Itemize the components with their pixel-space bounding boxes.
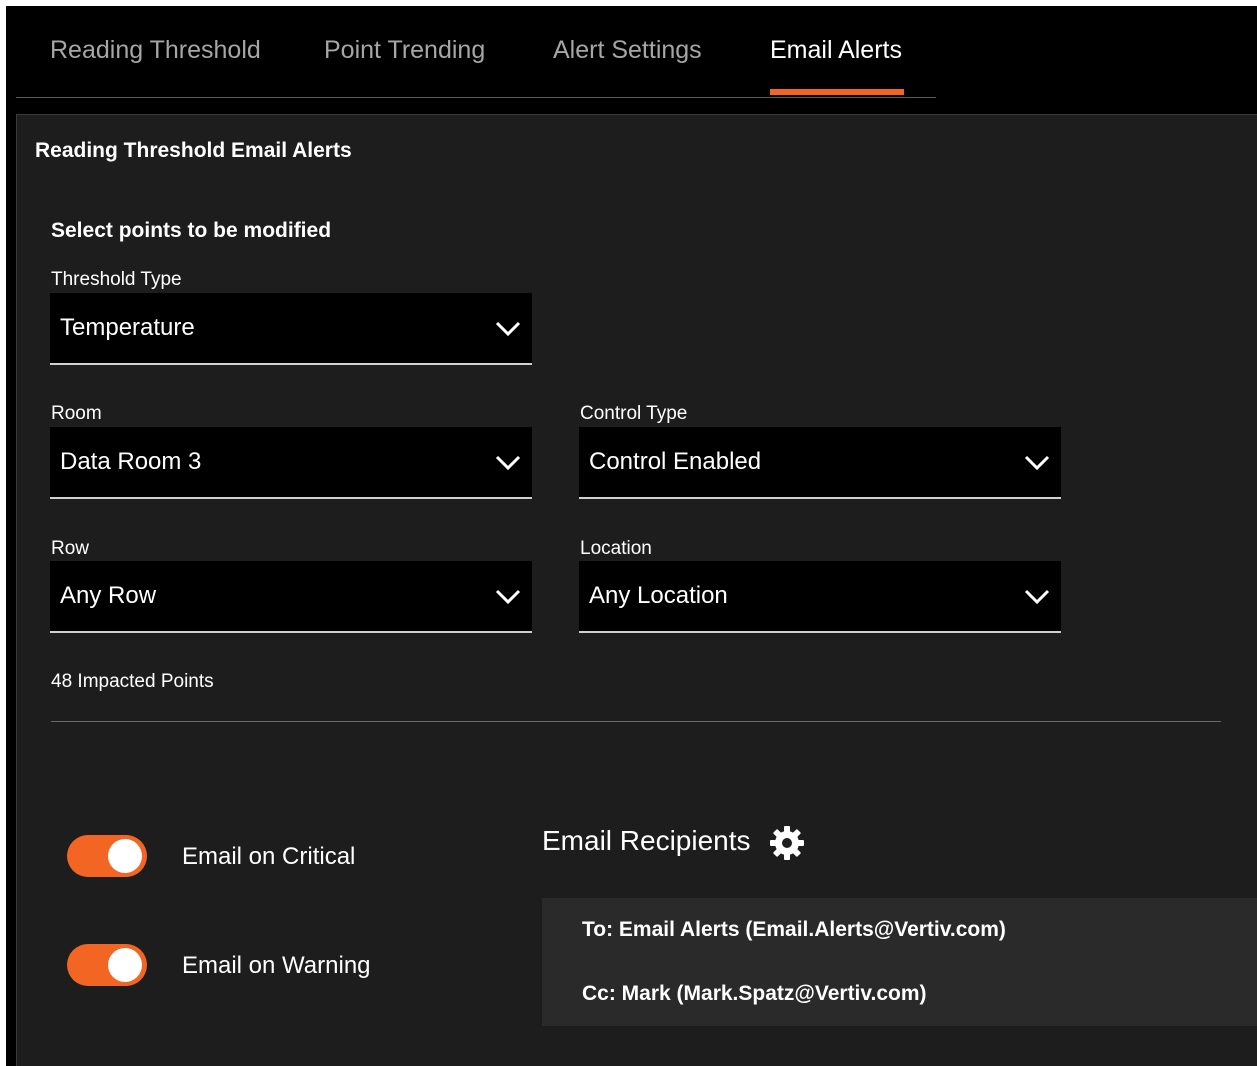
impacted-points-count: 48 Impacted Points	[51, 671, 214, 692]
email-on-warning-label: Email on Warning	[182, 952, 371, 979]
gear-icon[interactable]	[769, 825, 805, 861]
email-on-critical-label: Email on Critical	[182, 843, 356, 870]
room-value: Data Room 3	[60, 448, 202, 475]
recipient-cc: Cc: Mark (Mark.Spatz@Vertiv.com)	[582, 982, 927, 1005]
tab-point-trending[interactable]: Point Trending	[324, 36, 485, 65]
location-value: Any Location	[589, 582, 728, 609]
threshold-type-dropdown[interactable]: Temperature	[50, 293, 532, 365]
row-dropdown[interactable]: Any Row	[50, 561, 532, 633]
chevron-down-icon	[1024, 455, 1050, 471]
email-on-critical-toggle[interactable]	[67, 835, 147, 877]
room-label: Room	[51, 403, 102, 424]
chevron-down-icon	[495, 589, 521, 605]
toggle-knob	[108, 948, 142, 982]
location-dropdown[interactable]: Any Location	[579, 561, 1061, 633]
tab-alert-settings[interactable]: Alert Settings	[553, 36, 702, 65]
tab-reading-threshold[interactable]: Reading Threshold	[50, 36, 261, 65]
toggle-knob	[108, 839, 142, 873]
row-label: Row	[51, 538, 90, 559]
threshold-type-value: Temperature	[60, 314, 195, 341]
chevron-down-icon	[1024, 589, 1050, 605]
control-type-value: Control Enabled	[589, 448, 762, 475]
chevron-down-icon	[495, 455, 521, 471]
recipient-to: To: Email Alerts (Email.Alerts@Vertiv.co…	[582, 918, 1006, 941]
email-on-warning-toggle[interactable]	[67, 944, 147, 986]
active-tab-indicator	[770, 89, 904, 95]
email-recipients-title: Email Recipients	[542, 825, 751, 856]
email-recipients-list: To: Email Alerts (Email.Alerts@Vertiv.co…	[542, 898, 1257, 1026]
control-type-label: Control Type	[580, 403, 688, 424]
row-value: Any Row	[60, 582, 157, 609]
chevron-down-icon	[495, 321, 521, 337]
room-dropdown[interactable]: Data Room 3	[50, 427, 532, 499]
control-type-dropdown[interactable]: Control Enabled	[579, 427, 1061, 499]
app-window: Reading Threshold Point Trending Alert S…	[6, 6, 1257, 1066]
location-label: Location	[580, 538, 652, 559]
panel-title: Reading Threshold Email Alerts	[35, 139, 352, 162]
email-alerts-panel: Reading Threshold Email Alerts Select po…	[16, 114, 1257, 1066]
section-title: Select points to be modified	[51, 219, 332, 242]
divider	[51, 721, 1221, 722]
threshold-type-label: Threshold Type	[51, 269, 182, 290]
tab-email-alerts[interactable]: Email Alerts	[770, 36, 902, 65]
tab-bar: Reading Threshold Point Trending Alert S…	[16, 6, 936, 98]
